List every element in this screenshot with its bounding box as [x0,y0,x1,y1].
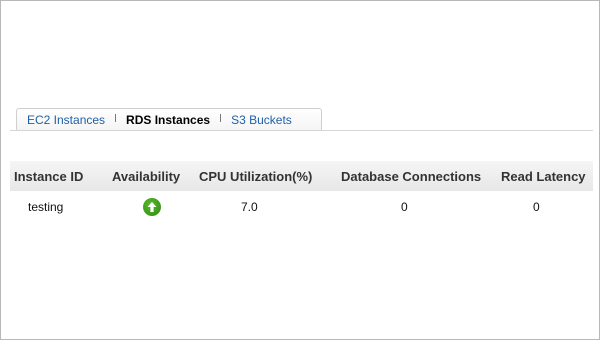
tabs-divider-line [10,130,593,131]
tab-label: EC2 Instances [27,113,106,127]
column-header-read-latency[interactable]: Read Latency [497,161,593,191]
tab-label: S3 Buckets [231,113,292,127]
column-header-instance-id[interactable]: Instance ID [10,161,108,191]
tab-s3-buckets[interactable]: S3 Buckets [221,109,302,131]
up-arrow-icon [142,197,161,216]
database-connections-cell: 0 [337,191,497,223]
dashboard-panel: EC2 Instances RDS Instances S3 Buckets I… [0,0,600,340]
instance-tabs: EC2 Instances RDS Instances S3 Buckets [16,108,322,131]
instance-id-cell: testing [10,191,108,223]
cpu-utilization-cell: 7.0 [195,191,337,223]
table-header-row: Instance ID Availability CPU Utilization… [10,161,593,191]
availability-cell [108,191,195,223]
column-header-database-connections[interactable]: Database Connections [337,161,497,191]
tab-ec2-instances[interactable]: EC2 Instances [17,109,115,131]
table-row[interactable]: testing 7.0 0 0 [10,191,593,223]
table-header: Instance ID Availability CPU Utilization… [10,161,593,191]
table-body: testing 7.0 0 0 [10,191,593,223]
rds-instances-table: Instance ID Availability CPU Utilization… [10,161,593,223]
rds-instances-table-container: Instance ID Availability CPU Utilization… [10,161,593,223]
column-header-cpu-utilization[interactable]: CPU Utilization(%) [195,161,337,191]
read-latency-cell: 0 [497,191,593,223]
tab-label: RDS Instances [126,113,211,127]
column-header-availability[interactable]: Availability [108,161,195,191]
tab-rds-instances[interactable]: RDS Instances [116,109,220,131]
